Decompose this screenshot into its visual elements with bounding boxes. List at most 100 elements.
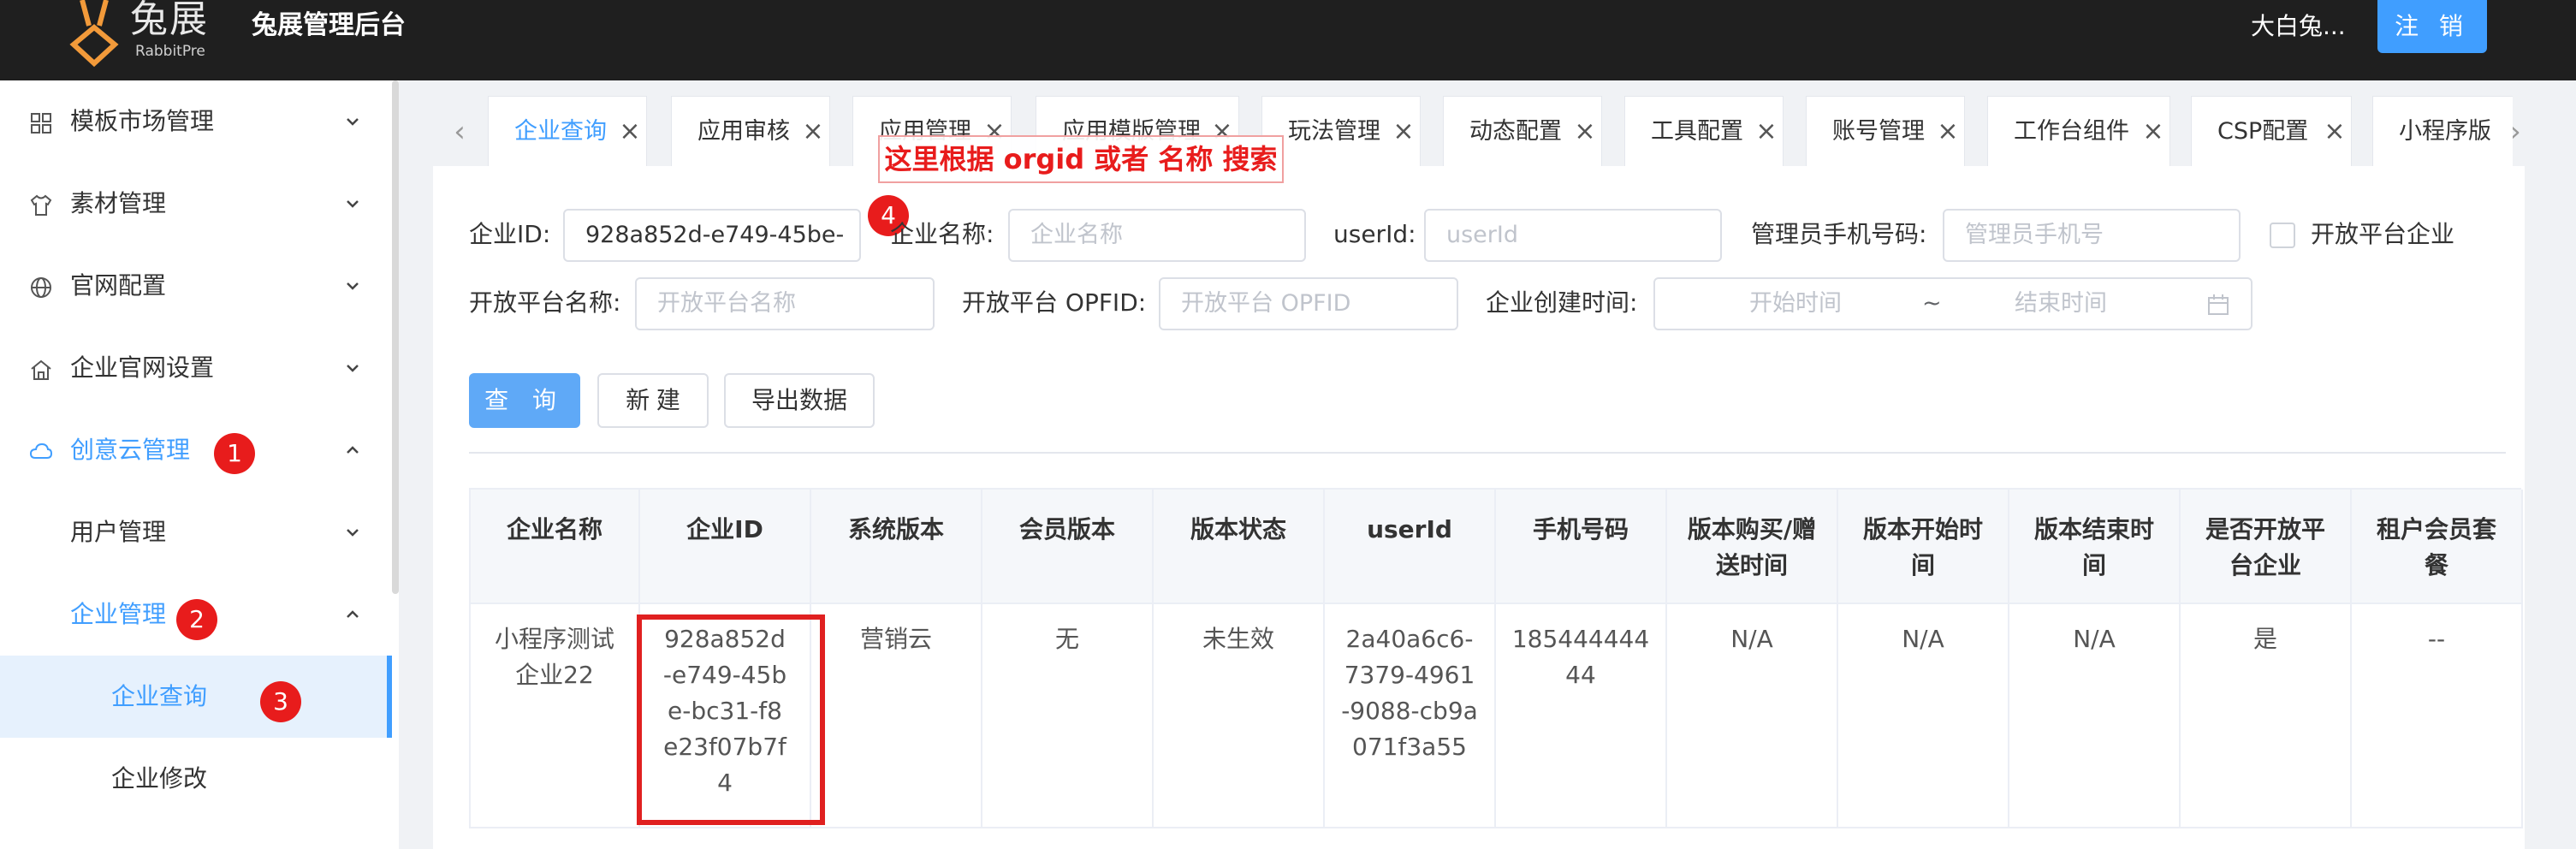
created-time-label: 企业创建时间: [1486, 288, 1638, 317]
export-data-button[interactable]: 导出数据 [724, 373, 875, 428]
column-header-purchase-time[interactable]: 版本购买/赠送时间 [1667, 490, 1838, 604]
admin-phone-input[interactable]: 管理员手机号 [1943, 209, 2241, 262]
logo-subtext: RabbitPre [135, 43, 205, 60]
created-date-range[interactable]: 开始时间 ~ 结束时间 [1653, 277, 2253, 330]
sidebar-item-label: 企业官网设置 [70, 353, 215, 382]
sidebar-item-label: 模板市场管理 [70, 107, 215, 135]
op-fid-label: 开放平台 OPFID: [962, 288, 1147, 317]
close-icon[interactable]: × [1391, 119, 1416, 145]
org-id-input[interactable]: 928a852d-e749-45be- [563, 209, 861, 262]
tab-label: 工作台组件 [2014, 118, 2129, 145]
tab-app-review[interactable]: 应用审核 × [671, 96, 830, 166]
annotation-note: 这里根据 orgid 或者 名称 搜索 [878, 135, 1284, 183]
tab-account-management[interactable]: 账号管理 × [1806, 96, 1965, 166]
sidebar-item-enterprise-edit[interactable]: 企业修改 [0, 738, 392, 820]
userid-label: userId: [1333, 220, 1416, 248]
column-header-system-version[interactable]: 系统版本 [811, 490, 982, 604]
open-platform-checkbox-label[interactable]: 开放平台企业 [2311, 217, 2454, 252]
query-button[interactable]: 查 询 [469, 373, 580, 428]
table-cell-member-version: 无 [982, 604, 1154, 828]
column-header-end-time[interactable]: 版本结束时间 [2009, 490, 2181, 604]
sidebar-item-label: 企业查询 [111, 682, 208, 710]
column-header-phone[interactable]: 手机号码 [1496, 490, 1667, 604]
shirt-icon [30, 194, 52, 216]
app-root: 兔展 RabbitPre 兔展管理后台 大白兔... 注 销 模板市场管理 素材… [0, 0, 2576, 849]
home-icon [31, 359, 51, 380]
tab-gameplay-management[interactable]: 玩法管理 × [1261, 96, 1421, 166]
admin-phone-label: 管理员手机号码: [1751, 220, 1927, 248]
tab-label: 工具配置 [1651, 118, 1743, 145]
tab-workbench-components[interactable]: 工作台组件 × [1987, 96, 2170, 166]
close-icon[interactable]: × [800, 119, 826, 145]
column-header-userid[interactable]: userId [1325, 490, 1496, 604]
sidebar-scrollbar[interactable] [392, 80, 399, 594]
chevron-down-icon [347, 118, 359, 126]
grid-icon [31, 113, 51, 134]
sidebar-item-template-market[interactable]: 模板市场管理 [0, 80, 392, 163]
sidebar-item-user-management[interactable]: 用户管理 [0, 491, 392, 573]
globe-icon [31, 277, 51, 298]
org-name-label: 企业名称: [890, 220, 994, 248]
column-header-org-name[interactable]: 企业名称 [469, 490, 640, 604]
table-cell-start-time: N/A [1838, 604, 2009, 828]
op-fid-input[interactable]: 开放平台 OPFID [1159, 277, 1458, 330]
column-header-tenant-package[interactable]: 租户会员套餐 [2352, 490, 2523, 604]
table-cell-open-platform: 是 [2181, 604, 2352, 828]
column-header-open-platform[interactable]: 是否开放平台企业 [2181, 490, 2352, 604]
table-cell-purchase-time: N/A [1667, 604, 1838, 828]
sidebar-item-label: 用户管理 [70, 518, 167, 546]
tab-mini-program[interactable]: 小程序版 [2372, 96, 2513, 166]
form-divider [469, 452, 2506, 454]
tab-label: 小程序版 [2399, 118, 2491, 145]
sidebar-item-enterprise-query[interactable]: 企业查询 [0, 656, 392, 738]
op-name-label: 开放平台名称: [469, 288, 621, 317]
table-cell-org-name: 小程序测试企业22 [469, 604, 640, 828]
tab-label: 动态配置 [1469, 118, 1562, 145]
end-date-placeholder[interactable]: 结束时间 [2015, 279, 2107, 329]
userid-input[interactable]: userId [1424, 209, 1722, 262]
sidebar-item-enterprise-website[interactable]: 企业官网设置 [0, 327, 392, 409]
org-name-input[interactable]: 企业名称 [1008, 209, 1306, 262]
column-header-member-version[interactable]: 会员版本 [982, 490, 1154, 604]
open-platform-checkbox[interactable] [2270, 223, 2295, 248]
logout-button[interactable]: 注 销 [2377, 0, 2487, 53]
tab-csp-config[interactable]: CSP配置 × [2191, 96, 2352, 166]
sidebar-item-materials[interactable]: 素材管理 [0, 163, 392, 245]
sidebar-item-label: 创意云管理 [70, 436, 191, 464]
sidebar-item-creative-cloud[interactable]: 创意云管理 [0, 409, 392, 491]
close-icon[interactable]: × [2140, 119, 2166, 145]
tab-label: 企业查询 [514, 118, 607, 145]
chevron-down-icon [347, 282, 359, 290]
start-date-placeholder[interactable]: 开始时间 [1749, 279, 1842, 329]
table-cell-userid: 2a40a6c6-7379-4961-9088-cb9a071f3a55 [1325, 604, 1496, 828]
brand-logo[interactable]: 兔展 RabbitPre [67, 0, 221, 68]
calendar-icon[interactable] [2206, 293, 2230, 317]
column-header-start-time[interactable]: 版本开始时间 [1838, 490, 2009, 604]
chevron-up-icon [347, 610, 359, 618]
sidebar-item-label: 企业管理 [70, 600, 167, 628]
op-name-input[interactable]: 开放平台名称 [635, 277, 935, 330]
column-header-version-status[interactable]: 版本状态 [1154, 490, 1325, 604]
step-badge-1: 1 [214, 433, 255, 474]
sidebar-item-label: 素材管理 [70, 189, 167, 217]
close-icon[interactable]: × [1935, 119, 1961, 145]
close-icon[interactable]: × [2322, 119, 2347, 145]
create-button[interactable]: 新 建 [597, 373, 709, 428]
close-icon[interactable]: × [1572, 119, 1598, 145]
step-badge-3: 3 [260, 681, 301, 722]
tab-label: CSP配置 [2217, 118, 2309, 145]
sidebar-item-website-config[interactable]: 官网配置 [0, 245, 392, 327]
current-user[interactable]: 大白兔... [2251, 10, 2346, 43]
app-title: 兔展管理后台 [252, 10, 406, 40]
tab-dynamic-config[interactable]: 动态配置 × [1443, 96, 1602, 166]
close-icon[interactable]: × [1754, 119, 1779, 145]
table-cell-end-time: N/A [2009, 604, 2181, 828]
close-icon[interactable]: × [617, 119, 643, 145]
tab-label: 应用审核 [697, 118, 790, 145]
tab-label: 玩法管理 [1288, 118, 1380, 145]
column-header-org-id[interactable]: 企业ID [640, 490, 811, 604]
tab-tool-config[interactable]: 工具配置 × [1624, 96, 1784, 166]
tab-enterprise-query[interactable]: 企业查询 × [488, 96, 647, 166]
sidebar: 模板市场管理 素材管理 官网配置 企业官网设置 创意云管理 用户管理 企业管理 … [0, 80, 395, 849]
chevron-down-icon [347, 529, 359, 537]
